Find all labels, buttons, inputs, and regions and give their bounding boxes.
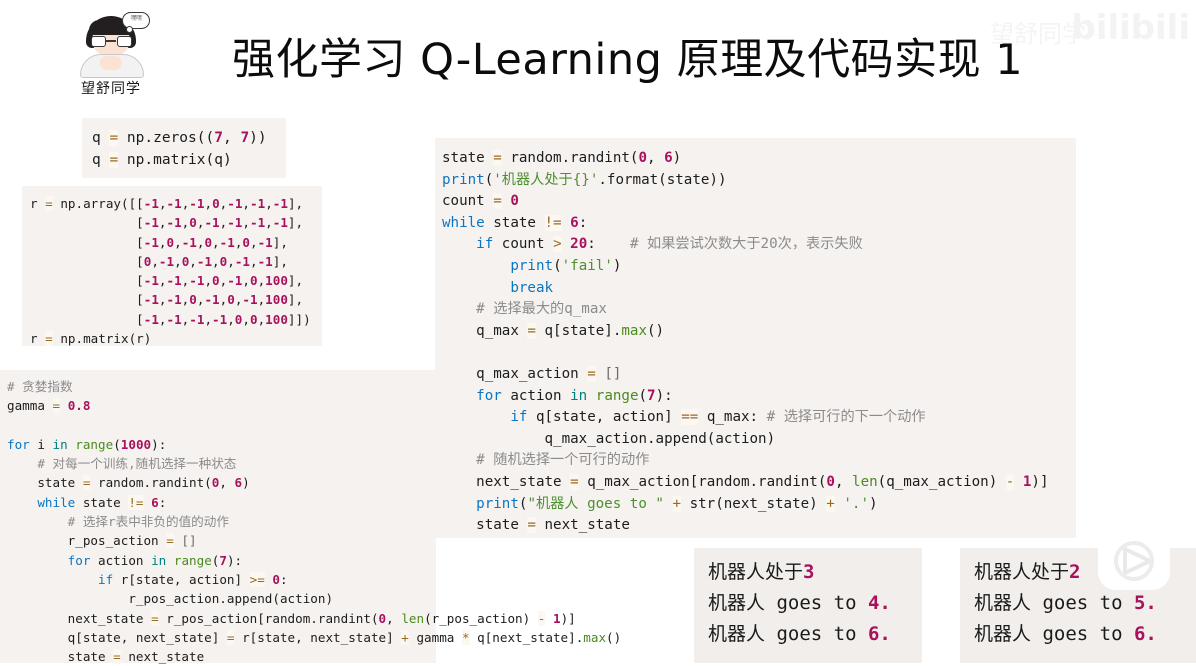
speech-bubble-icon: 嘿嘿 [122, 12, 150, 33]
avatar: 嘿嘿 [72, 12, 150, 78]
avatar-name-label: 望舒同学 [81, 81, 141, 97]
watermark-bilibili-logo: bilibili [1071, 8, 1190, 48]
channel-avatar-block: 嘿嘿 望舒同学 [72, 12, 150, 98]
code-block-training-loop: # 贪婪指数 gamma = 0.8 for i in range(1000):… [0, 370, 621, 665]
output-line: 机器人处于2 [974, 561, 1081, 583]
code-block-inference-loop: state = random.randint(0, 6) print('机器人处… [435, 138, 1076, 538]
code-block-q-init: q = np.zeros((7, 7)) q = np.matrix(q) [82, 118, 286, 178]
page-title: 强化学习 Q-Learning 原理及代码实现 1 [232, 35, 1024, 85]
console-output-run-1: 机器人处于3 机器人 goes to 4. 机器人 goes to 6. [694, 548, 922, 663]
output-line: 机器人 goes to 4. [708, 592, 891, 614]
avatar-glasses-right [117, 36, 132, 47]
output-line: 机器人 goes to 6. [974, 623, 1157, 645]
code-block-reward-matrix: r = np.array([[-1,-1,-1,0,-1,-1,-1], [-1… [22, 186, 322, 347]
output-line: 机器人处于3 [708, 561, 815, 583]
bilibili-tv-logo-icon [1092, 518, 1176, 596]
code-line: q = np.matrix(q) [92, 152, 232, 168]
output-line: 机器人 goes to 6. [708, 623, 891, 645]
avatar-hands [100, 56, 122, 70]
code-line: q = np.zeros((7, 7)) [92, 130, 267, 146]
avatar-glasses-left [91, 36, 106, 47]
avatar-glasses-bridge [105, 40, 116, 42]
